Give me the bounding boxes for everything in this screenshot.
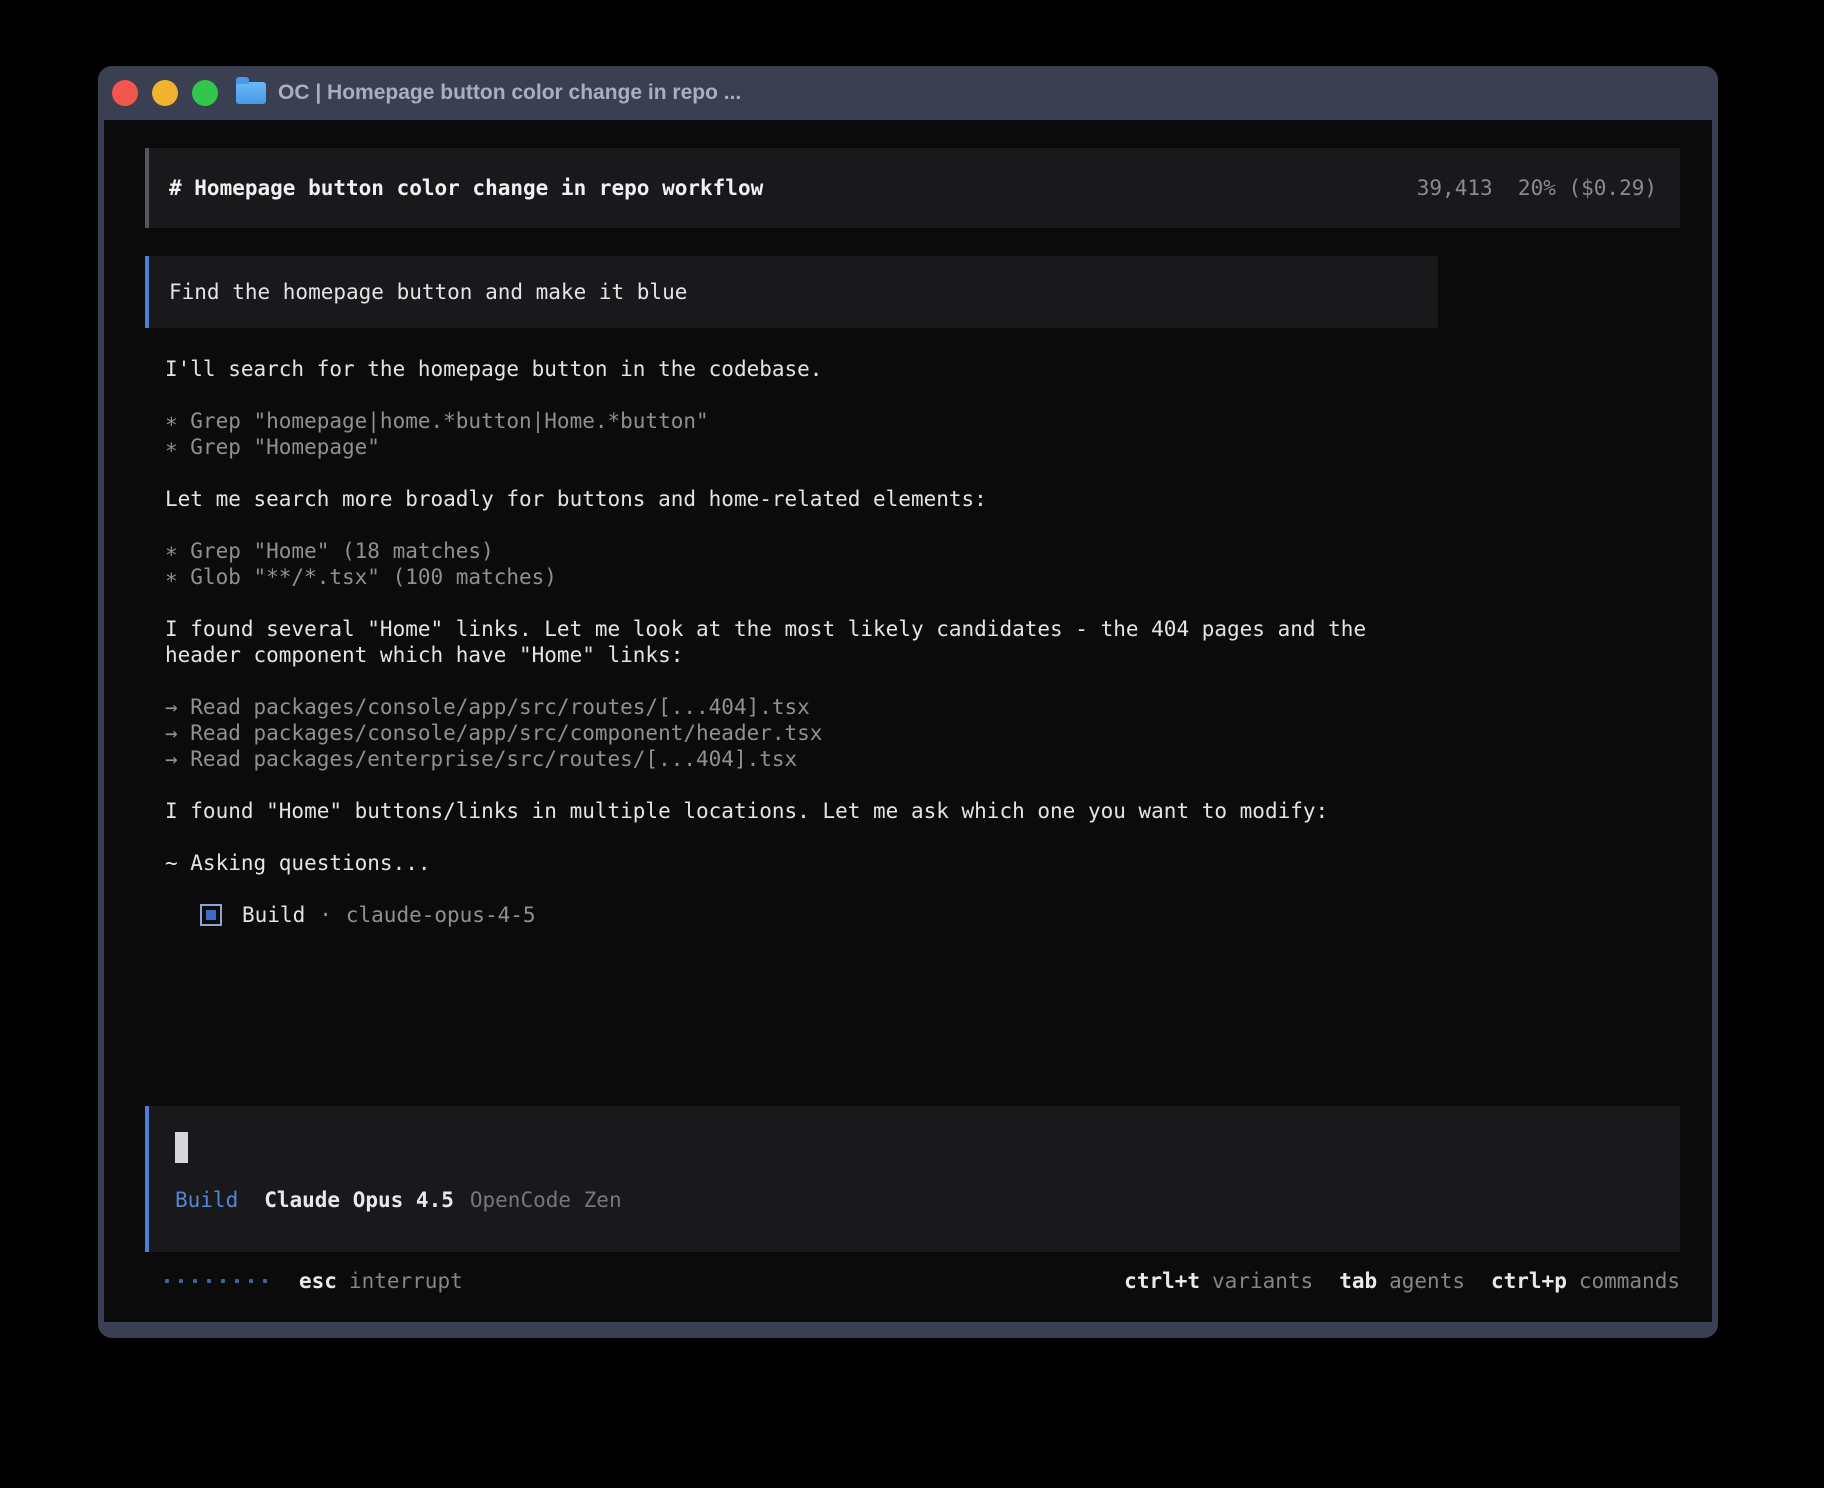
spinner-dot [165, 1279, 169, 1283]
spacer [145, 928, 1680, 1106]
output-line: I'll search for the homepage button in t… [165, 356, 1680, 382]
token-count: 39,413 [1417, 176, 1493, 200]
output-line: header component which have "Home" links… [165, 642, 1680, 668]
assistant-output: I'll search for the homepage button in t… [145, 356, 1680, 902]
output-line: ∗ Grep "Homepage" [165, 434, 1680, 460]
minimize-button[interactable] [152, 80, 178, 106]
agent-name: Build [242, 902, 305, 928]
assistant-paragraph: ~ Asking questions... [165, 850, 1680, 876]
esc-key-hint: esc [299, 1268, 337, 1294]
output-line: → Read packages/enterprise/src/routes/[.… [165, 746, 1680, 772]
assistant-paragraph: I found "Home" buttons/links in multiple… [165, 798, 1680, 824]
window-title: OC | Homepage button color change in rep… [278, 81, 741, 105]
interrupt-label: interrupt [349, 1268, 463, 1294]
agent-status-row: Build · claude-opus-4-5 [145, 902, 1680, 928]
spinner-dot [235, 1279, 239, 1283]
text-cursor [175, 1132, 188, 1163]
agent-build-icon-inner [206, 910, 216, 920]
status-right: ctrl+t variants tab agents ctrl+p comman… [1124, 1268, 1680, 1294]
titlebar: OC | Homepage button color change in rep… [98, 66, 1718, 120]
output-line: Let me search more broadly for buttons a… [165, 486, 1680, 512]
terminal-window: OC | Homepage button color change in rep… [98, 66, 1718, 1338]
model-id: claude-opus-4-5 [346, 902, 536, 928]
spinner-dot [249, 1279, 253, 1283]
assistant-paragraph: ∗ Grep "homepage|home.*button|Home.*butt… [165, 408, 1680, 460]
separator-dot: · [319, 902, 332, 928]
session-header: # Homepage button color change in repo w… [145, 148, 1680, 228]
output-line: ~ Asking questions... [165, 850, 1680, 876]
traffic-lights [112, 80, 218, 106]
assistant-paragraph: Let me search more broadly for buttons a… [165, 486, 1680, 512]
commands-label: commands [1579, 1268, 1680, 1294]
spinner-dot [263, 1279, 267, 1283]
spinner-dot [221, 1279, 225, 1283]
input-provider-label: OpenCode Zen [470, 1187, 622, 1213]
tab-key-hint: tab [1339, 1268, 1377, 1294]
spinner-dot [193, 1279, 197, 1283]
output-line: → Read packages/console/app/src/routes/[… [165, 694, 1680, 720]
input-agent-label[interactable]: Build [175, 1187, 238, 1213]
output-line: → Read packages/console/app/src/componen… [165, 720, 1680, 746]
context-usage: 20% ($0.29) [1518, 176, 1657, 200]
user-message: Find the homepage button and make it blu… [145, 256, 1438, 328]
spinner-dots [165, 1279, 267, 1283]
output-line: ∗ Grep "homepage|home.*button|Home.*butt… [165, 408, 1680, 434]
variants-label: variants [1212, 1268, 1313, 1294]
folder-icon [236, 82, 266, 104]
shortcut-variants: ctrl+t variants [1124, 1268, 1313, 1294]
assistant-paragraph: I'll search for the homepage button in t… [165, 356, 1680, 382]
maximize-button[interactable] [192, 80, 218, 106]
session-title: # Homepage button color change in repo w… [169, 175, 763, 201]
output-line: I found several "Home" links. Let me loo… [165, 616, 1680, 642]
terminal-content: # Homepage button color change in repo w… [104, 120, 1712, 1322]
shortcut-agents: tab agents [1339, 1268, 1465, 1294]
status-bar: esc interrupt ctrl+t variants tab agents… [145, 1268, 1680, 1294]
status-left: esc interrupt [165, 1268, 463, 1294]
output-line: ∗ Glob "**/*.tsx" (100 matches) [165, 564, 1680, 590]
ctrl-p-key-hint: ctrl+p [1491, 1268, 1567, 1294]
spinner-dot [179, 1279, 183, 1283]
agent-build-icon [200, 904, 222, 926]
input-model-label[interactable]: Claude Opus 4.5 [264, 1187, 454, 1213]
shortcut-commands: ctrl+p commands [1491, 1268, 1680, 1294]
output-line: I found "Home" buttons/links in multiple… [165, 798, 1680, 824]
spinner-dot [207, 1279, 211, 1283]
ctrl-t-key-hint: ctrl+t [1124, 1268, 1200, 1294]
close-button[interactable] [112, 80, 138, 106]
assistant-paragraph: I found several "Home" links. Let me loo… [165, 616, 1680, 668]
assistant-paragraph: ∗ Grep "Home" (18 matches)∗ Glob "**/*.t… [165, 538, 1680, 590]
prompt-input[interactable]: Build Claude Opus 4.5 OpenCode Zen [145, 1106, 1680, 1252]
assistant-paragraph: → Read packages/console/app/src/routes/[… [165, 694, 1680, 772]
input-meta-row: Build Claude Opus 4.5 OpenCode Zen [175, 1187, 1660, 1213]
user-message-text: Find the homepage button and make it blu… [169, 279, 687, 305]
agents-label: agents [1389, 1268, 1465, 1294]
session-stats: 39,413 20% ($0.29) [1417, 175, 1657, 201]
output-line: ∗ Grep "Home" (18 matches) [165, 538, 1680, 564]
